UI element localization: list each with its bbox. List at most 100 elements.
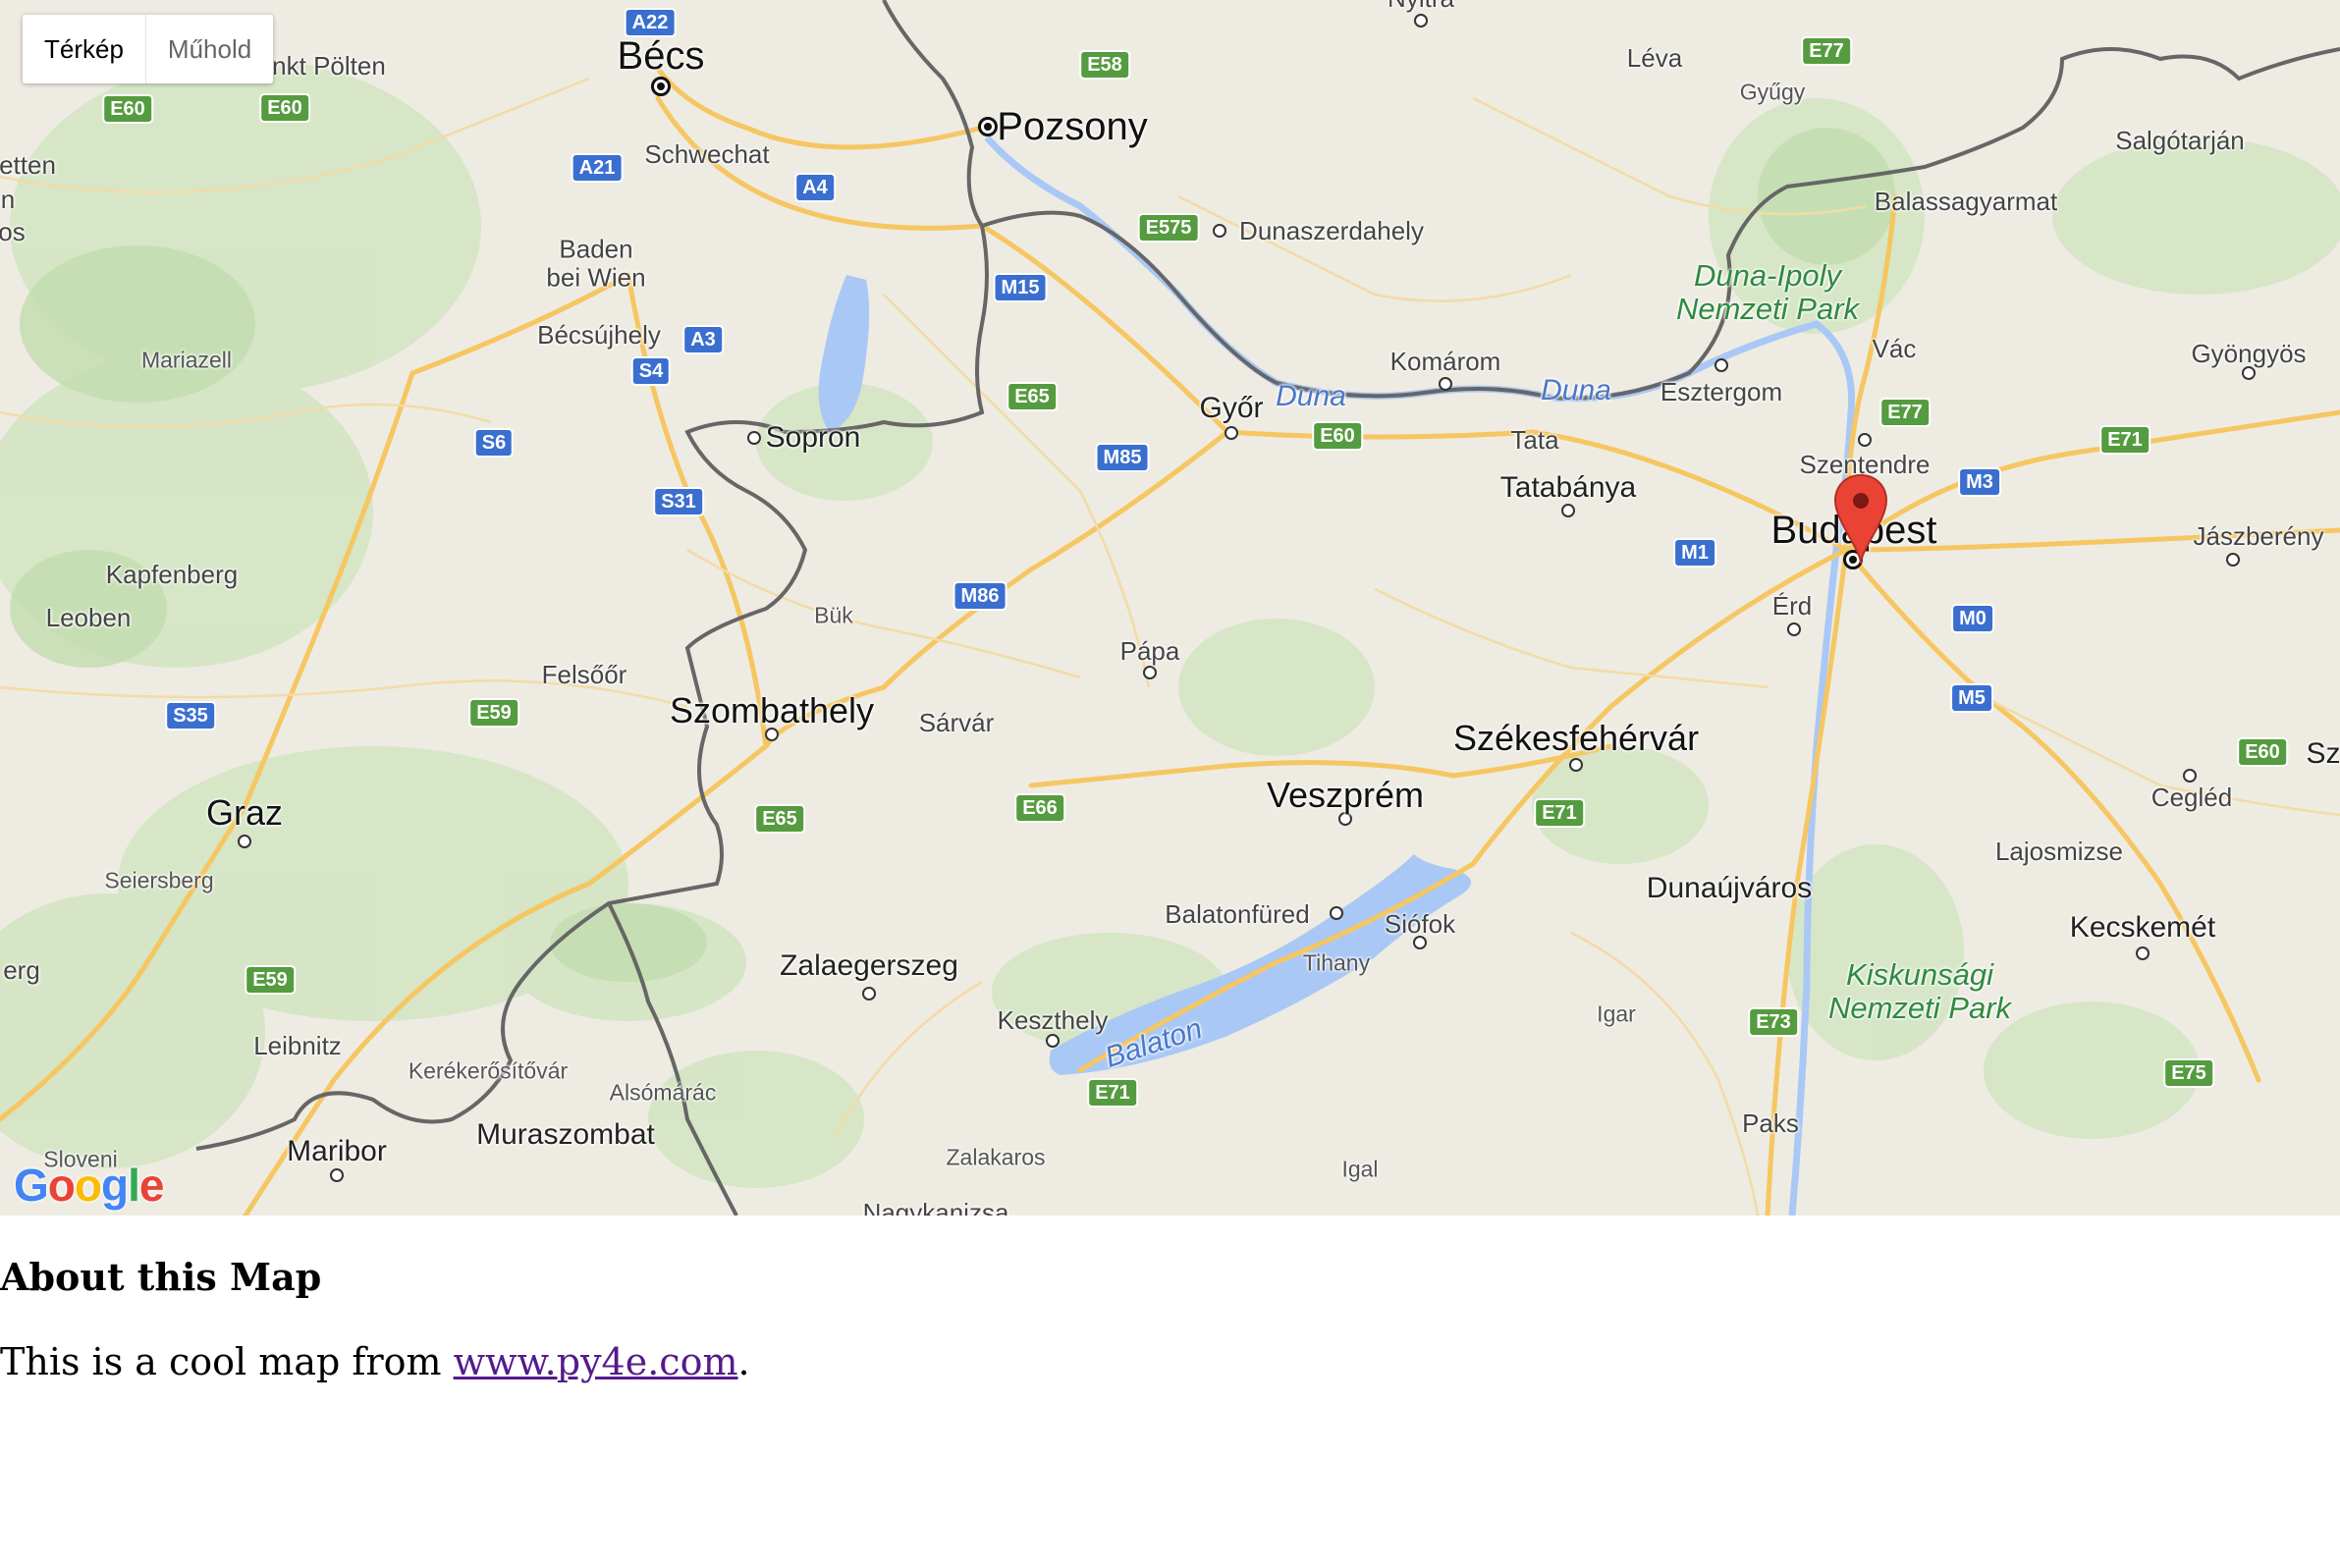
city-label-komarom: Komárom xyxy=(1389,347,1501,376)
road-shield-m15: M15 xyxy=(995,275,1046,300)
city-label-kapfenberg: Kapfenberg xyxy=(105,560,239,589)
city-label-edge-n: n xyxy=(0,185,16,214)
city-label-veszprem: Veszprém xyxy=(1266,775,1425,815)
park-duna-ipoly: Duna-Ipoly Nemzeti Park xyxy=(1675,257,1860,326)
city-dot-erd xyxy=(1787,622,1801,636)
city-dot-cegled xyxy=(2183,769,2197,783)
city-label-leibnitz: Leibnitz xyxy=(253,1031,342,1060)
city-dot-keszthely xyxy=(1046,1034,1060,1048)
city-label-balassagyarmat: Balassagyarmat xyxy=(1874,187,2058,216)
city-label-maribor: Maribor xyxy=(287,1135,387,1167)
city-label-dunaszerdahely: Dunaszerdahely xyxy=(1239,216,1424,245)
city-label-tihany: Tihany xyxy=(1302,949,1371,976)
city-label-szekesfehervar: Székesfehérvár xyxy=(1452,718,1700,758)
road-shield-e58: E58 xyxy=(1081,52,1128,78)
road-shield-e71c: E71 xyxy=(1089,1080,1136,1106)
city-dot-nyitra xyxy=(1414,14,1428,27)
danube-label-1: Duna xyxy=(1276,380,1346,412)
city-label-mariazell: Mariazell xyxy=(140,347,233,373)
city-label-felsoor: Felsőőr xyxy=(541,660,627,689)
city-label-gyor: Győr xyxy=(1199,392,1264,424)
city-label-schwechat: Schwechat xyxy=(644,139,770,169)
city-dot-papa xyxy=(1143,666,1157,679)
road-shield-e59b: E59 xyxy=(246,967,294,993)
road-shield-e65b: E65 xyxy=(756,806,803,832)
city-label-tatabanya: Tatabánya xyxy=(1499,471,1637,504)
road-shield-m0: M0 xyxy=(1953,606,1992,631)
road-shield-s6: S6 xyxy=(475,430,513,456)
city-label-salgotarjan: Salgótarján xyxy=(2115,126,2245,155)
about-paragraph: This is a cool map from www.py4e.com. xyxy=(0,1340,750,1383)
city-dot-jaszbereny xyxy=(2226,553,2240,567)
city-label-graz: Graz xyxy=(205,792,284,833)
city-dot-szekesfehervar xyxy=(1569,758,1583,772)
city-label-seiersberg: Seiersberg xyxy=(104,867,214,893)
city-label-keszthely: Keszthely xyxy=(997,1005,1109,1035)
city-label-igal: Igal xyxy=(1341,1156,1379,1182)
road-shield-e60b: E60 xyxy=(261,95,308,121)
about-text-prefix: This is a cool map from xyxy=(0,1340,454,1383)
city-label-paks: Paks xyxy=(1742,1108,1799,1138)
road-shield-e71b: E71 xyxy=(1536,800,1583,826)
city-label-zalakaros: Zalakaros xyxy=(946,1144,1046,1170)
city-label-balatonfured: Balatonfüred xyxy=(1165,899,1310,929)
road-shield-e60a: E60 xyxy=(104,96,151,122)
city-label-alsomarac: Alsómárác xyxy=(609,1079,717,1106)
city-dot-zalaegerszeg xyxy=(862,987,876,1000)
city-label-pozsony: Pozsony xyxy=(997,105,1148,148)
road-shield-m5: M5 xyxy=(1952,685,1991,711)
city-label-vac: Vác xyxy=(1872,334,1917,363)
danube-label-2: Duna xyxy=(1541,374,1611,406)
map-view[interactable]: Duna Duna Balaton Duna-Ipoly Nemzeti Par… xyxy=(0,0,2340,1216)
city-label-nagykanizsa: Nagykanizsa xyxy=(862,1198,1009,1216)
road-shield-s31: S31 xyxy=(655,489,702,514)
about-heading: About this Map xyxy=(0,1255,322,1299)
city-label-lajosmizse: Lajosmizse xyxy=(1994,837,2124,866)
road-shield-e75: E75 xyxy=(2165,1060,2212,1086)
city-dot-maribor xyxy=(330,1168,344,1182)
city-label-edge-os: os xyxy=(0,217,26,246)
city-dot-komarom xyxy=(1439,377,1452,391)
city-label-jaszbereny: Jászberény xyxy=(2193,521,2324,551)
road-shield-e71a: E71 xyxy=(2101,427,2149,453)
city-label-edge-sz: Sz xyxy=(2306,737,2340,770)
road-shield-e65a: E65 xyxy=(1008,384,1056,409)
city-label-zalaegerszeg: Zalaegerszeg xyxy=(780,949,958,982)
city-dot-becs xyxy=(651,77,671,96)
road-shield-s4: S4 xyxy=(632,358,670,384)
road-shield-m1: M1 xyxy=(1675,540,1714,566)
city-dot-dunaszerdahely xyxy=(1213,224,1226,238)
road-shield-e77a: E77 xyxy=(1803,38,1850,64)
road-shield-e575: E575 xyxy=(1139,215,1198,241)
city-label-siofok: Siófok xyxy=(1384,909,1456,939)
about-text-suffix: . xyxy=(737,1340,750,1383)
city-label-kecskemet: Kecskemét xyxy=(2069,911,2216,944)
road-shield-a3: A3 xyxy=(684,327,722,352)
city-label-edge-etten: etten xyxy=(0,150,56,180)
city-dot-balatonfured xyxy=(1330,906,1343,920)
road-shield-m3: M3 xyxy=(1960,469,1999,495)
city-dot-szentendre xyxy=(1858,433,1872,447)
city-label-igar: Igar xyxy=(1597,1000,1636,1027)
city-label-szombathely: Szombathely xyxy=(669,690,875,730)
city-label-esztergom: Esztergom xyxy=(1660,377,1783,406)
road-shield-a4: A4 xyxy=(796,175,834,200)
road-shield-s35: S35 xyxy=(167,703,214,729)
map-type-button-satellite[interactable]: Műhold xyxy=(144,15,273,83)
city-label-leva: Léva xyxy=(1626,43,1683,73)
city-label-leoben: Leoben xyxy=(45,603,132,632)
road-shield-m85: M85 xyxy=(1097,445,1148,470)
py4e-link[interactable]: www.py4e.com xyxy=(454,1340,738,1383)
city-dot-pozsony xyxy=(978,117,998,136)
city-label-sopron: Sopron xyxy=(765,421,861,454)
google-logo[interactable]: Google xyxy=(14,1159,164,1212)
road-shield-e60d: E60 xyxy=(2239,739,2286,765)
city-label-cegled: Cegléd xyxy=(2150,783,2233,812)
city-label-papa: Pápa xyxy=(1119,636,1180,666)
map-type-button-map[interactable]: Térkép xyxy=(23,15,145,83)
city-dot-sopron xyxy=(747,431,761,445)
map-pin-icon xyxy=(1833,473,1888,565)
road-shield-m86: M86 xyxy=(954,583,1006,609)
city-dot-tatabanya xyxy=(1561,504,1575,517)
city-dot-gyongyos xyxy=(2242,366,2256,380)
